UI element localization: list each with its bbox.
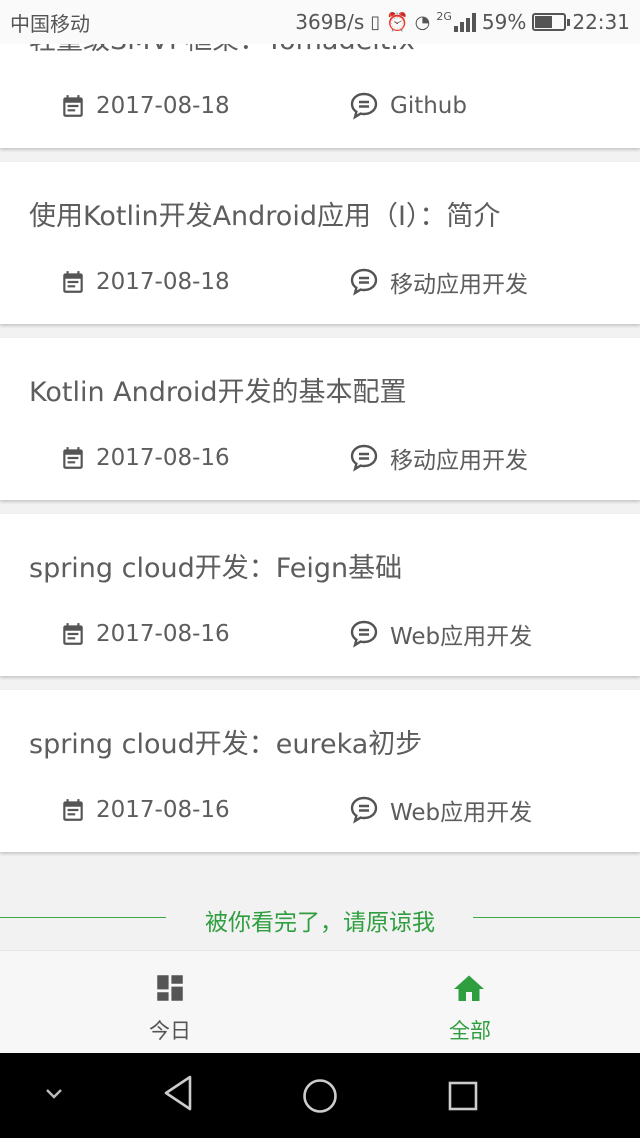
home-icon xyxy=(454,975,484,1001)
article-date: 2017-08-18 xyxy=(60,86,230,126)
article-category[interactable]: Web应用开发 xyxy=(348,614,532,654)
date-text: 2017-08-16 xyxy=(96,621,230,647)
bottom-navigation: 今日 全部 xyxy=(0,950,640,1054)
wifi-icon: ◔ xyxy=(414,11,431,33)
calendar-icon xyxy=(63,447,83,469)
date-text: 2017-08-16 xyxy=(96,797,230,823)
battery-icon xyxy=(532,13,571,31)
article-title: 使用Kotlin开发Android应用（Ⅰ）：简介 xyxy=(29,201,501,232)
article-date: 2017-08-16 xyxy=(60,614,230,654)
tab-all[interactable]: 全部 xyxy=(310,951,630,1054)
network-speed: 369B/s xyxy=(295,10,365,34)
comment-icon xyxy=(350,620,378,648)
comment-icon xyxy=(350,444,378,472)
network-type: 2G xyxy=(436,10,452,23)
tab-all-label: 全部 xyxy=(449,1019,491,1043)
tab-today[interactable]: 今日 xyxy=(10,951,330,1054)
article-category[interactable]: Web应用开发 xyxy=(348,790,532,830)
divider-right xyxy=(473,917,640,918)
category-text: Web应用开发 xyxy=(390,624,533,650)
home-circle-icon[interactable] xyxy=(302,1078,338,1114)
article-card[interactable]: 使用Kotlin开发Android应用（Ⅰ）：简介 2017-08-18 移动应… xyxy=(0,162,640,324)
category-text: Github xyxy=(390,93,467,119)
comment-icon xyxy=(350,92,378,120)
article-card[interactable]: spring cloud开发：Feign基础 2017-08-16 Web应用开… xyxy=(0,514,640,676)
status-icons: 369B/s ▯ ⏰ ◔ 2G 59% 22:31 xyxy=(295,10,630,34)
article-category[interactable]: Github xyxy=(348,86,467,126)
category-text: 移动应用开发 xyxy=(390,272,528,298)
tab-today-label: 今日 xyxy=(149,1019,191,1043)
article-card[interactable]: Kotlin Android开发的基本配置 2017-08-16 移动应用开发 xyxy=(0,338,640,500)
vibrate-icon: ▯ xyxy=(370,11,381,33)
comment-icon xyxy=(350,796,378,824)
article-card[interactable]: spring cloud开发：eureka初步 2017-08-16 Web应用… xyxy=(0,690,640,852)
article-title: spring cloud开发：eureka初步 xyxy=(29,729,423,760)
article-date: 2017-08-16 xyxy=(60,790,230,830)
recents-icon[interactable] xyxy=(447,1080,479,1112)
end-of-list: 被你看完了，请原谅我 xyxy=(0,903,640,936)
date-text: 2017-08-18 xyxy=(96,269,230,295)
alarm-icon: ⏰ xyxy=(386,11,409,33)
clock: 22:31 xyxy=(572,10,630,34)
article-date: 2017-08-18 xyxy=(60,262,230,302)
category-text: Web应用开发 xyxy=(390,800,533,826)
calendar-icon xyxy=(63,623,83,645)
calendar-icon xyxy=(63,271,83,293)
calendar-icon xyxy=(63,799,83,821)
end-message: 被你看完了，请原谅我 xyxy=(205,910,435,936)
status-bar: 中国移动 369B/s ▯ ⏰ ◔ 2G 59% 22:31 xyxy=(0,0,640,44)
article-title: spring cloud开发：Feign基础 xyxy=(29,553,403,584)
article-title: Kotlin Android开发的基本配置 xyxy=(29,377,407,408)
date-text: 2017-08-18 xyxy=(96,93,230,119)
back-icon[interactable] xyxy=(160,1073,196,1113)
category-text: 移动应用开发 xyxy=(390,448,528,474)
system-navigation-bar xyxy=(0,1053,640,1138)
dashboard-icon xyxy=(157,975,183,1001)
battery-percent: 59% xyxy=(481,10,527,34)
comment-icon xyxy=(350,268,378,296)
chevron-down-icon[interactable] xyxy=(44,1087,64,1101)
carrier-label: 中国移动 xyxy=(10,11,90,36)
article-category[interactable]: 移动应用开发 xyxy=(348,262,528,302)
date-text: 2017-08-16 xyxy=(96,445,230,471)
article-date: 2017-08-16 xyxy=(60,438,230,478)
calendar-icon xyxy=(63,95,83,117)
signal-icon xyxy=(453,12,476,32)
article-category[interactable]: 移动应用开发 xyxy=(348,438,528,478)
